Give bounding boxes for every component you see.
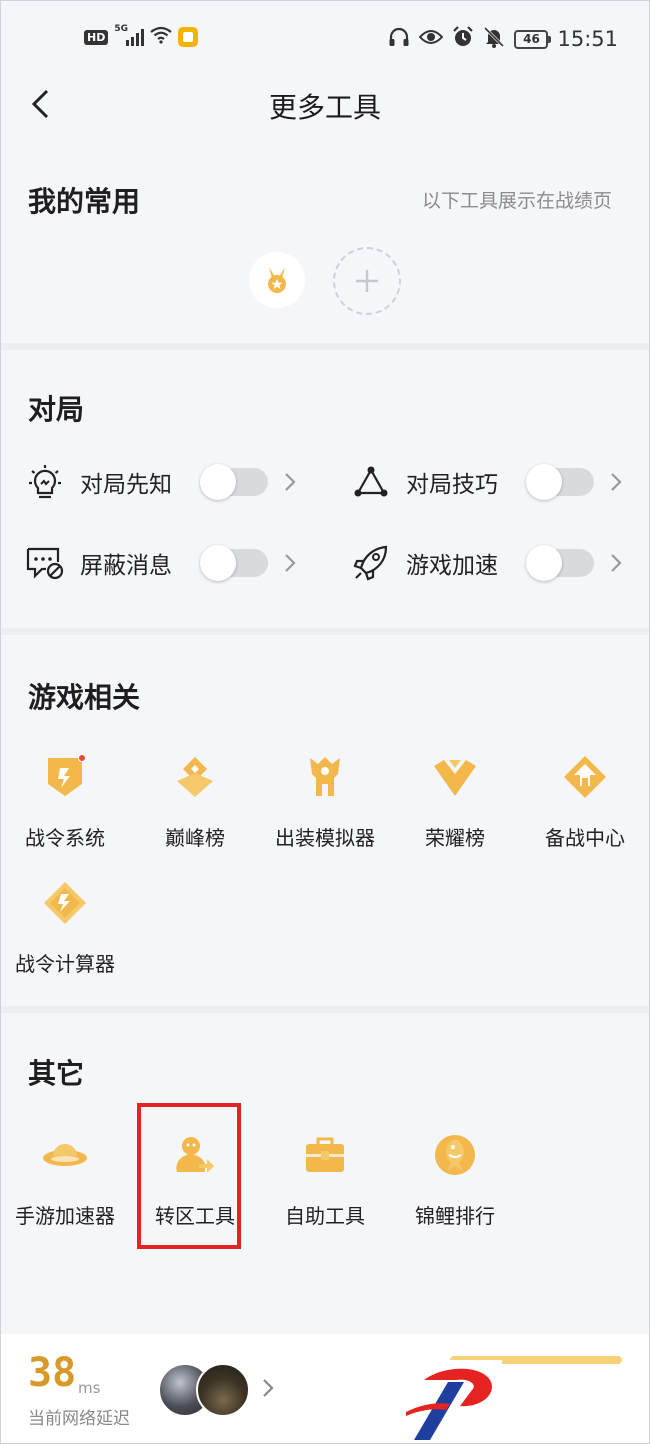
notification-dot	[78, 754, 86, 762]
add-favorite-button[interactable]	[333, 247, 401, 315]
chevron-right-icon[interactable]	[262, 1378, 276, 1402]
other-section-title: 其它	[28, 1057, 85, 1090]
tool-prep-center[interactable]: 备战中心	[520, 752, 650, 851]
battle-pass-calculator-icon	[40, 878, 90, 928]
alarm-icon	[452, 26, 474, 52]
toggle-row-block-messages[interactable]: 屏蔽消息	[24, 541, 298, 585]
plus-icon	[356, 270, 378, 292]
favorites-note: 以下工具展示在战绩页	[421, 190, 612, 212]
tool-mobile-accelerator[interactable]: 手游加速器	[0, 1130, 130, 1229]
tool-label: 备战中心	[545, 826, 625, 850]
message-block-icon	[24, 542, 66, 584]
toggle-switch-game-boost[interactable]	[526, 545, 594, 581]
tool-label: 手游加速器	[15, 1204, 115, 1228]
game-section-title: 游戏相关	[28, 681, 141, 714]
toggle-switch-match-insight[interactable]	[200, 464, 268, 500]
battle-pass-icon	[40, 752, 90, 802]
toggle-row-match-tips[interactable]: 对局技巧	[350, 460, 624, 504]
app-notification-icon	[178, 27, 199, 47]
lightbulb-icon	[24, 461, 66, 503]
signal-icon: 5G	[114, 24, 145, 46]
tool-battle-pass-calculator[interactable]: 战令计算器	[0, 878, 130, 977]
tool-gear-simulator[interactable]: 出装模拟器	[260, 752, 390, 851]
tool-glory-rank[interactable]: 荣耀榜	[390, 752, 520, 851]
status-left: HD 5G	[84, 24, 199, 48]
toggle-row-game-boost[interactable]: 游戏加速	[350, 541, 624, 585]
tool-peak-rank[interactable]: 巅峰榜	[130, 752, 260, 851]
koi-fish-icon	[430, 1130, 480, 1180]
rocket-icon	[350, 542, 392, 584]
wifi-icon	[150, 26, 173, 48]
tool-label: 出装模拟器	[275, 826, 375, 850]
toggle-label: 游戏加速	[406, 553, 498, 579]
toggle-switch-match-tips[interactable]	[526, 464, 594, 500]
network-type: 5G	[114, 24, 128, 34]
peak-rank-icon	[170, 752, 220, 802]
transfer-user-icon	[170, 1130, 220, 1180]
tool-self-service[interactable]: 自助工具	[260, 1130, 390, 1229]
toggle-switch-block-messages[interactable]	[200, 545, 268, 581]
tool-label: 自助工具	[285, 1204, 365, 1228]
status-time: 15:51	[557, 27, 618, 51]
latency-unit: ms	[78, 1379, 101, 1397]
tool-label: 战令计算器	[15, 952, 115, 976]
chevron-right-icon[interactable]	[610, 551, 624, 575]
latency-value: 38	[28, 1350, 77, 1396]
tool-label: 荣耀榜	[425, 826, 485, 850]
status-bar: HD 5G 46 15:51	[0, 0, 650, 80]
toggle-label: 屏蔽消息	[80, 553, 172, 579]
eye-icon	[419, 29, 444, 49]
medal-icon	[268, 267, 286, 293]
prep-center-icon	[560, 752, 610, 802]
watermark-logo	[402, 1360, 502, 1444]
latency-label: 当前网络延迟	[28, 1409, 130, 1429]
tool-label: 战令系统	[25, 826, 105, 850]
toggle-row-match-insight[interactable]: 对局先知	[24, 460, 298, 504]
tool-label: 锦鲤排行	[415, 1204, 495, 1228]
glory-rank-icon	[430, 752, 480, 802]
triangle-nodes-icon	[350, 461, 392, 503]
tool-label: 转区工具	[155, 1204, 235, 1228]
toggle-label: 对局先知	[80, 472, 172, 498]
favorite-item-medal[interactable]	[249, 252, 305, 308]
mute-icon	[483, 26, 505, 52]
section-divider	[0, 628, 650, 635]
status-right: 46 15:51	[388, 26, 618, 52]
match-title: 对局	[28, 393, 85, 426]
tool-battle-pass[interactable]: 战令系统	[0, 752, 130, 851]
gear-simulator-icon	[300, 752, 350, 802]
chevron-right-icon[interactable]	[610, 470, 624, 494]
tool-label: 巅峰榜	[165, 826, 225, 850]
toolbox-icon	[300, 1130, 350, 1180]
hd-icon: HD	[84, 29, 109, 45]
page-title: 更多工具	[268, 91, 381, 124]
nav-bar: 更多工具	[0, 80, 650, 130]
chevron-right-icon[interactable]	[284, 551, 298, 575]
headphones-icon	[388, 27, 410, 51]
tool-region-transfer[interactable]: 转区工具	[130, 1130, 260, 1229]
avatar[interactable]	[196, 1363, 250, 1417]
battery-icon: 46	[514, 29, 552, 49]
tool-koi-ranking[interactable]: 锦鲤排行	[390, 1130, 520, 1229]
chevron-right-icon[interactable]	[284, 470, 298, 494]
ufo-accelerator-icon	[40, 1130, 90, 1180]
section-divider	[0, 1006, 650, 1013]
section-divider	[0, 343, 650, 350]
favorites-title: 我的常用	[28, 185, 141, 218]
toggle-label: 对局技巧	[406, 472, 498, 498]
